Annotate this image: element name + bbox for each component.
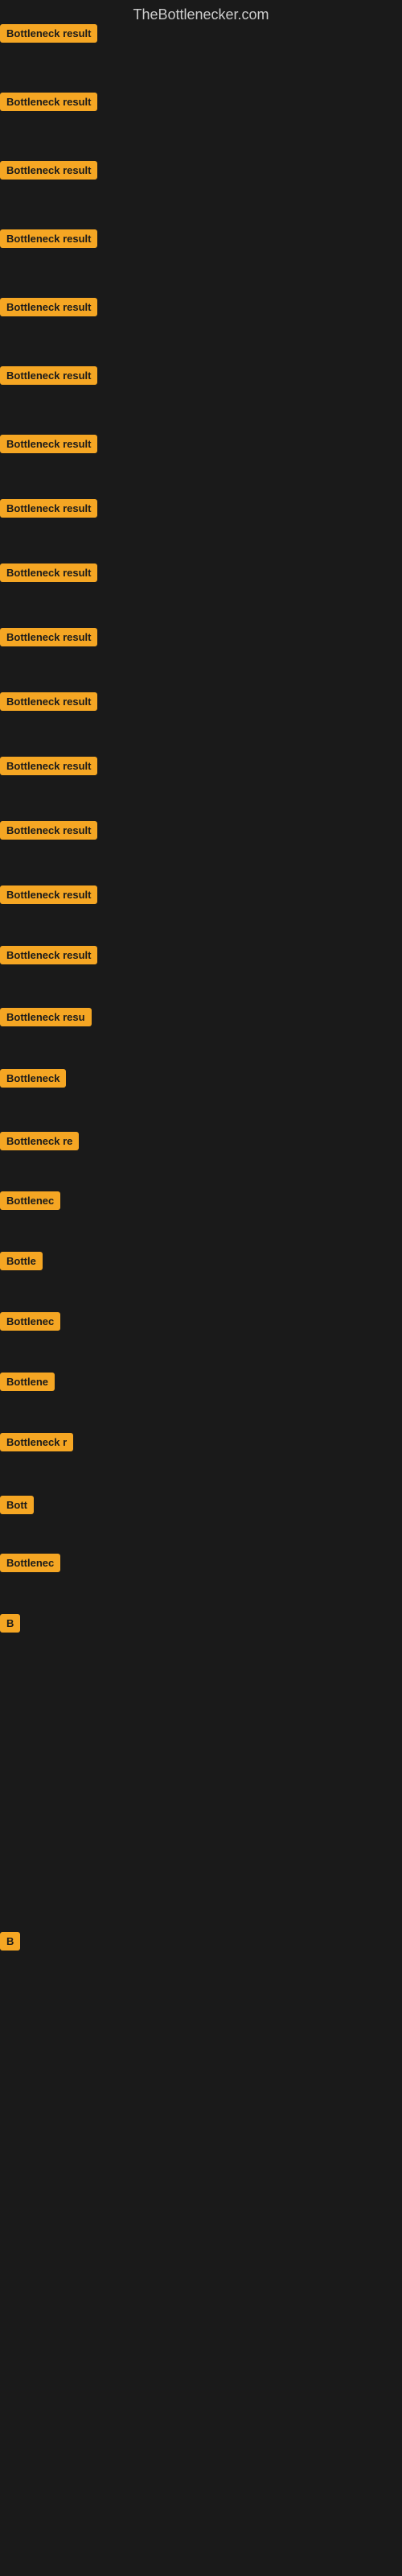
- bottleneck-badge-16[interactable]: Bottleneck resu: [0, 1008, 92, 1026]
- bottleneck-item-14: Bottleneck result: [0, 886, 97, 908]
- bottleneck-badge-13[interactable]: Bottleneck result: [0, 821, 97, 840]
- bottleneck-item-10: Bottleneck result: [0, 628, 97, 650]
- bottleneck-item-16: Bottleneck resu: [0, 1008, 92, 1030]
- bottleneck-badge-20[interactable]: Bottle: [0, 1252, 43, 1270]
- bottleneck-badge-6[interactable]: Bottleneck result: [0, 366, 97, 385]
- bottleneck-badge-26[interactable]: B: [0, 1614, 20, 1633]
- bottleneck-badge-14[interactable]: Bottleneck result: [0, 886, 97, 904]
- bottleneck-item-1: Bottleneck result: [0, 24, 97, 47]
- bottleneck-badge-24[interactable]: Bott: [0, 1496, 34, 1514]
- bottleneck-item-8: Bottleneck result: [0, 499, 97, 522]
- bottleneck-item-20: Bottle: [0, 1252, 43, 1274]
- bottleneck-badge-25[interactable]: Bottlenec: [0, 1554, 60, 1572]
- bottleneck-item-7: Bottleneck result: [0, 435, 97, 457]
- bottleneck-badge-19[interactable]: Bottlenec: [0, 1191, 60, 1210]
- bottleneck-badge-2[interactable]: Bottleneck result: [0, 93, 97, 111]
- bottleneck-badge-8[interactable]: Bottleneck result: [0, 499, 97, 518]
- bottleneck-item-2: Bottleneck result: [0, 93, 97, 115]
- bottleneck-item-13: Bottleneck result: [0, 821, 97, 844]
- bottleneck-item-23: Bottleneck r: [0, 1433, 73, 1455]
- bottleneck-item-11: Bottleneck result: [0, 692, 97, 715]
- bottleneck-badge-9[interactable]: Bottleneck result: [0, 564, 97, 582]
- bottleneck-item-25: Bottlenec: [0, 1554, 60, 1576]
- bottleneck-item-5: Bottleneck result: [0, 298, 97, 320]
- bottleneck-item-22: Bottlene: [0, 1373, 55, 1395]
- bottleneck-item-9: Bottleneck result: [0, 564, 97, 586]
- bottleneck-badge-12[interactable]: Bottleneck result: [0, 757, 97, 775]
- bottleneck-item-27: B: [0, 1932, 20, 1955]
- bottleneck-item-26: B: [0, 1614, 20, 1637]
- bottleneck-badge-23[interactable]: Bottleneck r: [0, 1433, 73, 1451]
- bottleneck-badge-7[interactable]: Bottleneck result: [0, 435, 97, 453]
- bottleneck-item-18: Bottleneck re: [0, 1132, 79, 1154]
- bottleneck-badge-18[interactable]: Bottleneck re: [0, 1132, 79, 1150]
- bottleneck-badge-5[interactable]: Bottleneck result: [0, 298, 97, 316]
- bottleneck-badge-15[interactable]: Bottleneck result: [0, 946, 97, 964]
- bottleneck-badge-3[interactable]: Bottleneck result: [0, 161, 97, 180]
- bottleneck-badge-22[interactable]: Bottlene: [0, 1373, 55, 1391]
- bottleneck-badge-10[interactable]: Bottleneck result: [0, 628, 97, 646]
- bottleneck-badge-1[interactable]: Bottleneck result: [0, 24, 97, 43]
- bottleneck-item-6: Bottleneck result: [0, 366, 97, 389]
- bottleneck-badge-27[interactable]: B: [0, 1932, 20, 1951]
- bottleneck-item-19: Bottlenec: [0, 1191, 60, 1214]
- bottleneck-badge-4[interactable]: Bottleneck result: [0, 229, 97, 248]
- bottleneck-badge-11[interactable]: Bottleneck result: [0, 692, 97, 711]
- bottleneck-item-24: Bott: [0, 1496, 34, 1518]
- bottleneck-item-17: Bottleneck: [0, 1069, 66, 1092]
- bottleneck-item-4: Bottleneck result: [0, 229, 97, 252]
- bottleneck-badge-17[interactable]: Bottleneck: [0, 1069, 66, 1088]
- bottleneck-item-21: Bottlenec: [0, 1312, 60, 1335]
- bottleneck-item-3: Bottleneck result: [0, 161, 97, 184]
- bottleneck-item-15: Bottleneck result: [0, 946, 97, 968]
- bottleneck-item-12: Bottleneck result: [0, 757, 97, 779]
- bottleneck-badge-21[interactable]: Bottlenec: [0, 1312, 60, 1331]
